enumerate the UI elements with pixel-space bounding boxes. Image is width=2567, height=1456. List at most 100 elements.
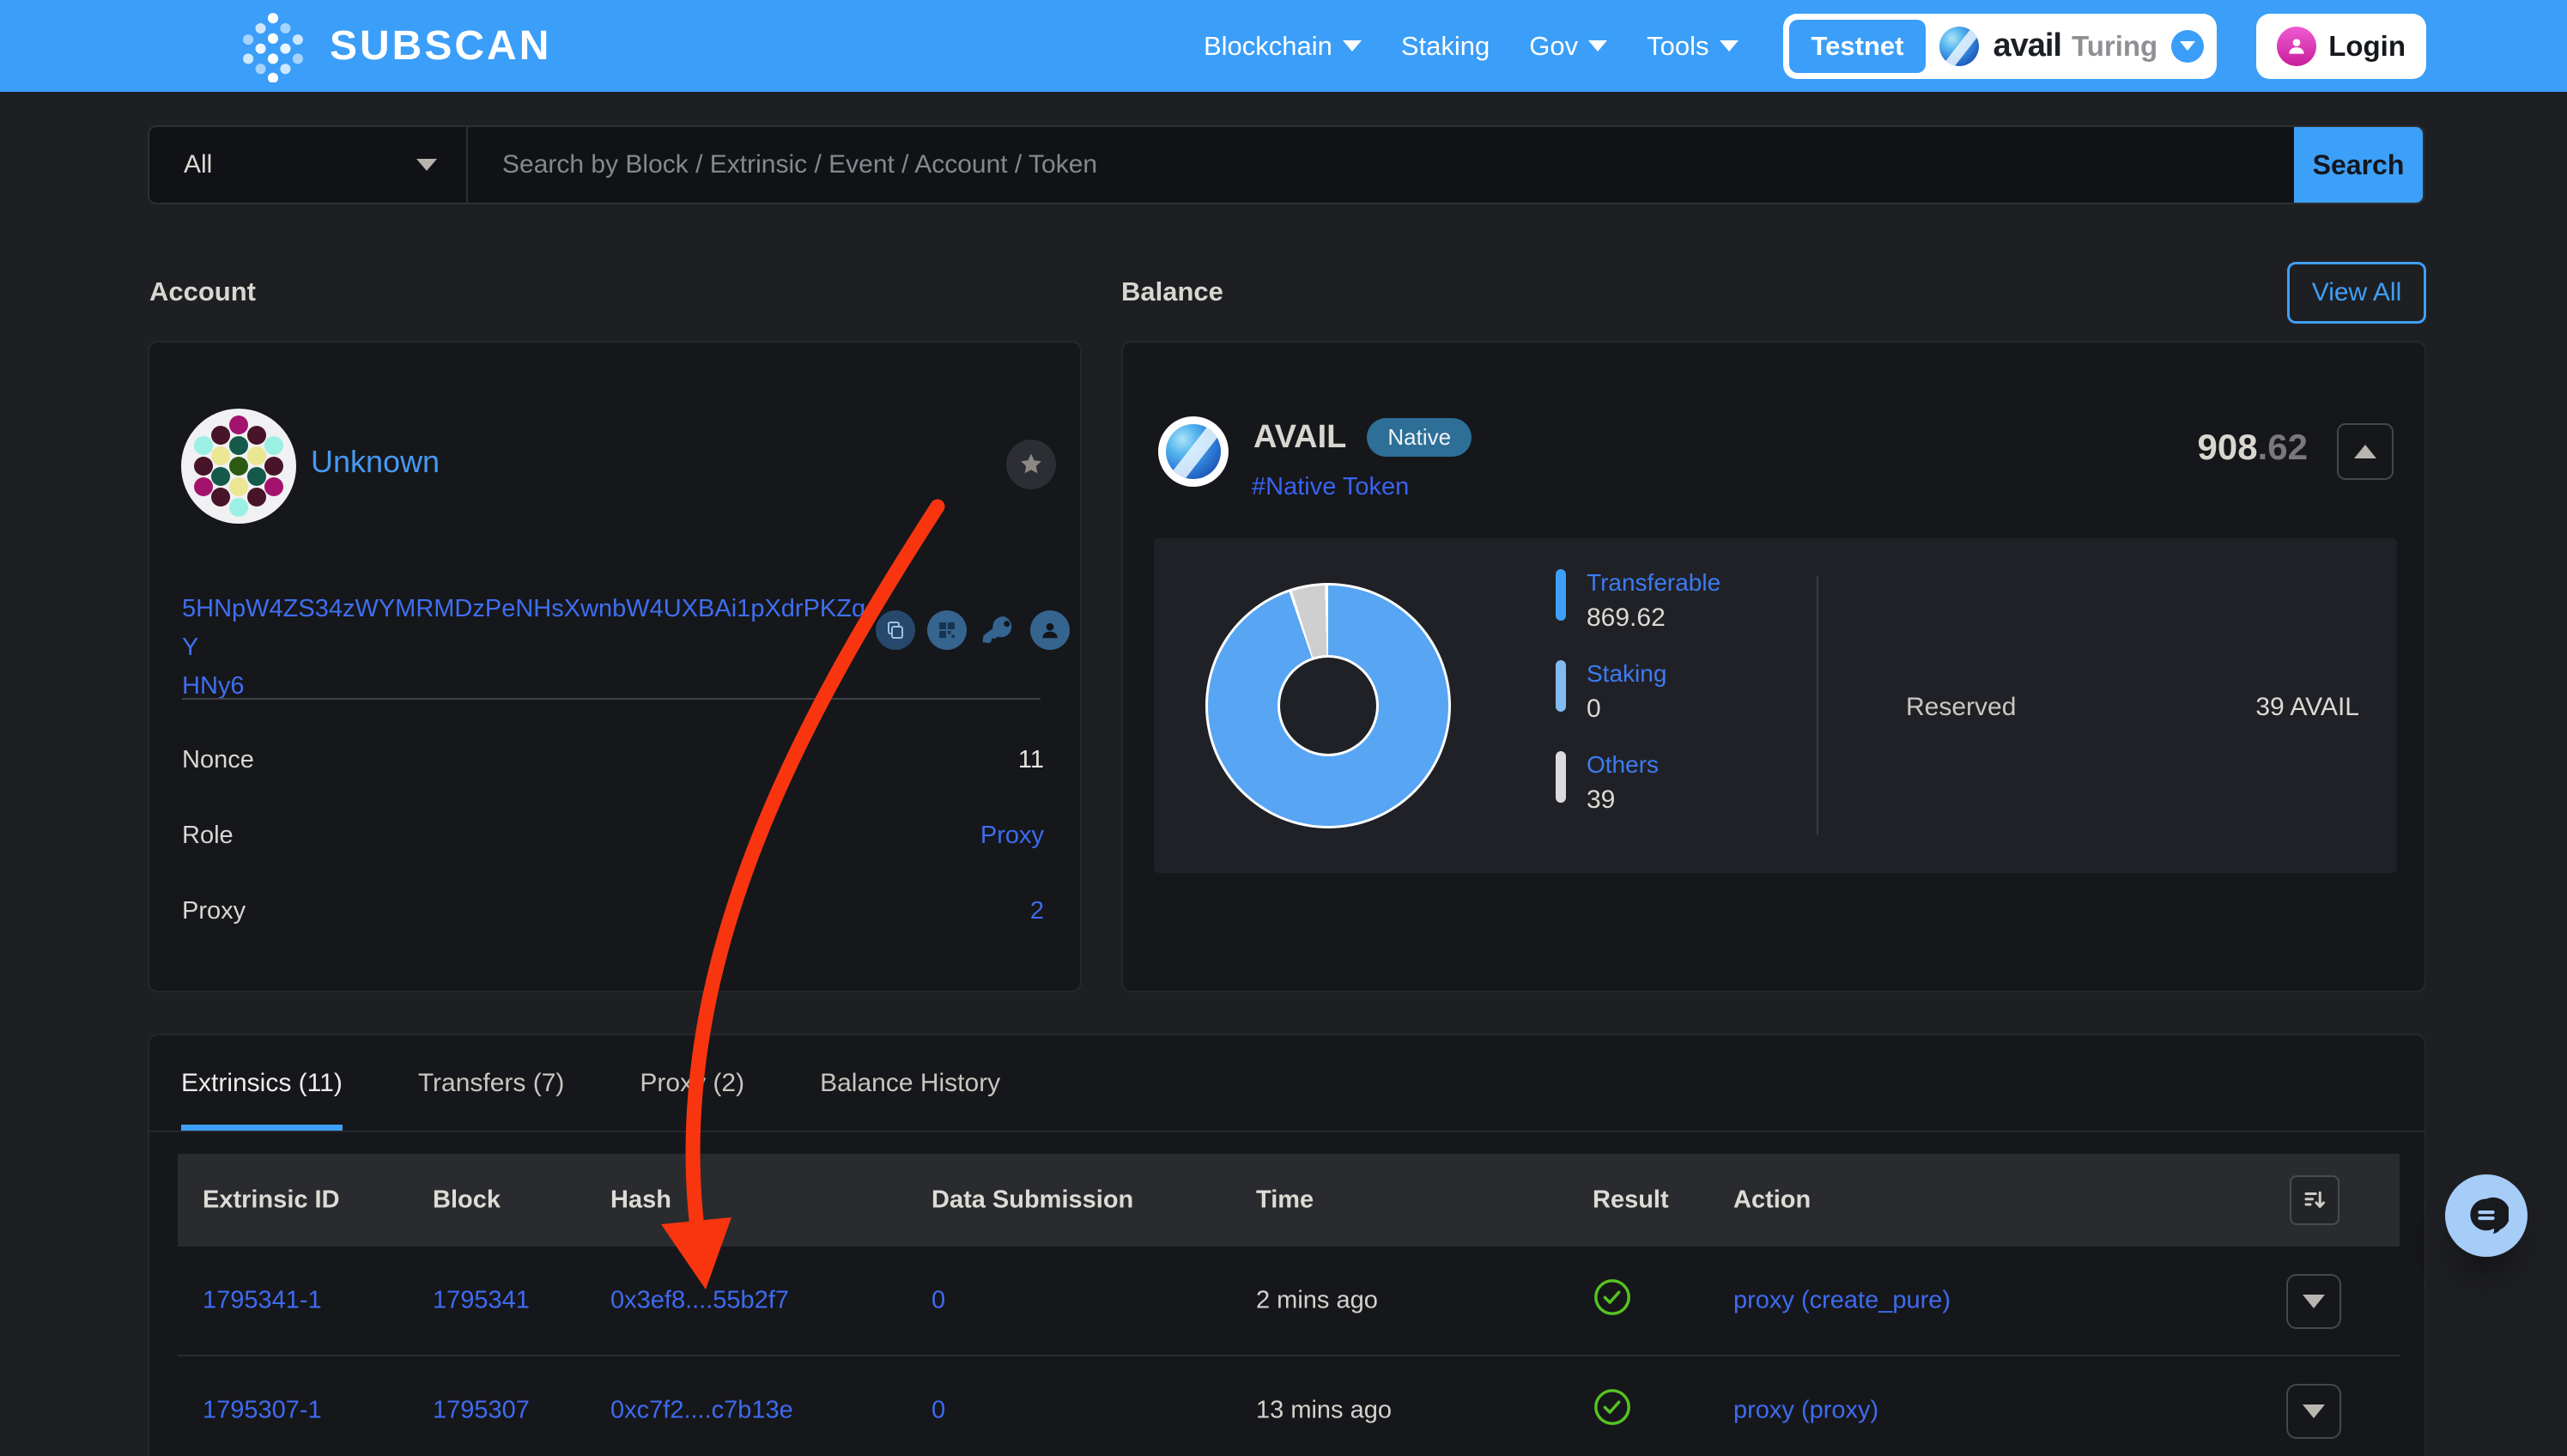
legend-item-transferable[interactable]: Transferable869.62: [1556, 569, 1720, 633]
nav-item-gov[interactable]: Gov: [1529, 31, 1607, 62]
main-nav: Blockchain Staking Gov Tools Testnet avail …: [1204, 14, 2426, 79]
nav-item-label: Blockchain: [1204, 31, 1332, 62]
qr-code-icon[interactable]: [927, 610, 967, 650]
nav-item-tools[interactable]: Tools: [1647, 31, 1738, 62]
data-submission-link[interactable]: 0: [932, 1287, 945, 1315]
nav-item-blockchain[interactable]: Blockchain: [1204, 31, 1362, 62]
chevron-down-icon: [416, 159, 437, 171]
identicon-dot: [211, 467, 230, 486]
block-link[interactable]: 1795341: [433, 1287, 530, 1315]
search-bar: All Search: [148, 125, 2424, 204]
tab-transfers-7[interactable]: Transfers (7): [418, 1035, 565, 1131]
hash-link[interactable]: 0xc7f2....c7b13e: [610, 1397, 793, 1425]
chain-brand-label: avail: [1993, 27, 2061, 64]
legend-item-others[interactable]: Others39: [1556, 751, 1720, 815]
extrinsic-id-link[interactable]: 1795307-1: [203, 1397, 322, 1425]
legend-item-staking[interactable]: Staking0: [1556, 660, 1720, 724]
subscan-logo-icon: [237, 10, 309, 82]
identicon-dot: [229, 416, 248, 434]
identicon-dot: [229, 498, 248, 517]
search-button[interactable]: Search: [2294, 127, 2423, 203]
donut-legend: Transferable869.62 Staking0 Others39: [1556, 569, 1720, 842]
identicon-dot: [264, 457, 283, 476]
key-icon[interactable]: [979, 610, 1018, 650]
tab-extrinsics-11[interactable]: Extrinsics (11): [181, 1035, 343, 1131]
field-label: Nonce: [182, 746, 254, 774]
tab-proxy-2[interactable]: Proxy (2): [640, 1035, 744, 1131]
total-balance: 908.62: [2198, 427, 2308, 468]
subscan-logo[interactable]: SUBSCAN: [237, 10, 551, 82]
identicon-dot: [247, 467, 266, 486]
token-title-row: AVAIL Native: [1253, 418, 1472, 457]
identicon-dot: [247, 426, 266, 445]
balance-section-title: Balance: [1121, 276, 1223, 307]
account-address-line1: 5HNpW4ZS34zWYMRMDzPeNHsXwnbW4UXBAi1pXdrP…: [182, 590, 877, 667]
table-header: Extrinsic IDBlockHashData SubmissionTime…: [178, 1154, 2400, 1247]
identicon-dot: [264, 436, 283, 455]
tab-balance-history[interactable]: Balance History: [820, 1035, 1000, 1131]
identicon-dot: [247, 488, 266, 507]
nav-item-label: Staking: [1401, 31, 1490, 62]
login-button[interactable]: Login: [2256, 14, 2426, 79]
network-switcher[interactable]: Testnet avail Turing: [1783, 14, 2218, 79]
column-header-block: Block: [433, 1186, 501, 1215]
account-field-row: Nonce 11: [182, 722, 1044, 798]
legend-text: Transferable869.62: [1587, 569, 1720, 633]
search-input[interactable]: [468, 127, 2294, 203]
legend-text: Staking0: [1587, 660, 1666, 724]
field-label: Role: [182, 822, 234, 850]
search-scope-select[interactable]: All: [149, 127, 468, 203]
reserved-label: Reserved: [1906, 693, 2016, 722]
account-card: Unknown 5HNpW4ZS34zWYMRMDzPeNHsXwnbW4UXB…: [148, 341, 1082, 992]
identicon-dot: [194, 436, 213, 455]
support-chat-button[interactable]: [2445, 1174, 2528, 1257]
account-field-row: Proxy2: [182, 873, 1044, 949]
identicon-dot: [211, 446, 230, 465]
account-display-name[interactable]: Unknown: [311, 444, 440, 480]
copy-address-icon[interactable]: [876, 610, 915, 650]
extrinsic-id-link[interactable]: 1795341-1: [203, 1287, 322, 1315]
account-address[interactable]: 5HNpW4ZS34zWYMRMDzPeNHsXwnbW4UXBAi1pXdrP…: [182, 590, 877, 706]
user-avatar-icon: [2277, 27, 2316, 66]
collapse-button[interactable]: [2337, 423, 2394, 480]
identicon-dot: [211, 426, 230, 445]
account-owner-icon[interactable]: [1030, 610, 1070, 650]
expand-row-button[interactable]: [2286, 1274, 2341, 1329]
result-success-icon: [1593, 1387, 1632, 1434]
favorite-star-button[interactable]: [1006, 440, 1056, 489]
account-identicon[interactable]: [181, 409, 296, 524]
chevron-down-icon: [2303, 1295, 2325, 1308]
legend-value: 0: [1587, 695, 1666, 724]
chevron-down-icon: [2303, 1404, 2325, 1418]
native-token-tag-link[interactable]: #Native Token: [1252, 473, 1409, 501]
field-value: 11: [1018, 746, 1044, 774]
nav-item-label: Tools: [1647, 31, 1708, 62]
token-name: AVAIL: [1253, 419, 1346, 456]
top-navbar: SUBSCAN Blockchain Staking Gov Tools Testne…: [0, 0, 2567, 92]
column-header-data-submission: Data Submission: [932, 1186, 1133, 1215]
total-balance-int: 908: [2198, 427, 2258, 467]
expand-row-button[interactable]: [2286, 1384, 2341, 1439]
view-all-button[interactable]: View All: [2287, 262, 2426, 324]
account-section-title: Account: [149, 276, 256, 307]
table-filter-button[interactable]: [2290, 1175, 2339, 1225]
time-cell: 2 mins ago: [1256, 1287, 1378, 1315]
field-value[interactable]: 2: [1030, 897, 1044, 925]
action-link[interactable]: proxy (proxy): [1733, 1397, 1878, 1425]
action-link[interactable]: proxy (create_pure): [1733, 1287, 1951, 1315]
balance-card: AVAIL Native #Native Token 908.62 Transf…: [1121, 341, 2426, 992]
column-header-action: Action: [1733, 1186, 1811, 1215]
column-header-result: Result: [1593, 1186, 1669, 1215]
data-submission-link[interactable]: 0: [932, 1397, 945, 1425]
chevron-down-icon: [1588, 40, 1607, 52]
field-value[interactable]: Proxy: [980, 822, 1044, 850]
legend-color-bar: [1556, 751, 1566, 803]
testnet-chip[interactable]: Testnet: [1789, 20, 1927, 73]
chevron-down-icon[interactable]: [2171, 30, 2204, 63]
identicon-dot: [247, 446, 266, 465]
identicon-dot: [194, 457, 213, 476]
legend-text: Others39: [1587, 751, 1659, 815]
nav-item-staking[interactable]: Staking: [1401, 31, 1490, 62]
block-link[interactable]: 1795307: [433, 1397, 530, 1425]
hash-link[interactable]: 0x3ef8....55b2f7: [610, 1287, 789, 1315]
